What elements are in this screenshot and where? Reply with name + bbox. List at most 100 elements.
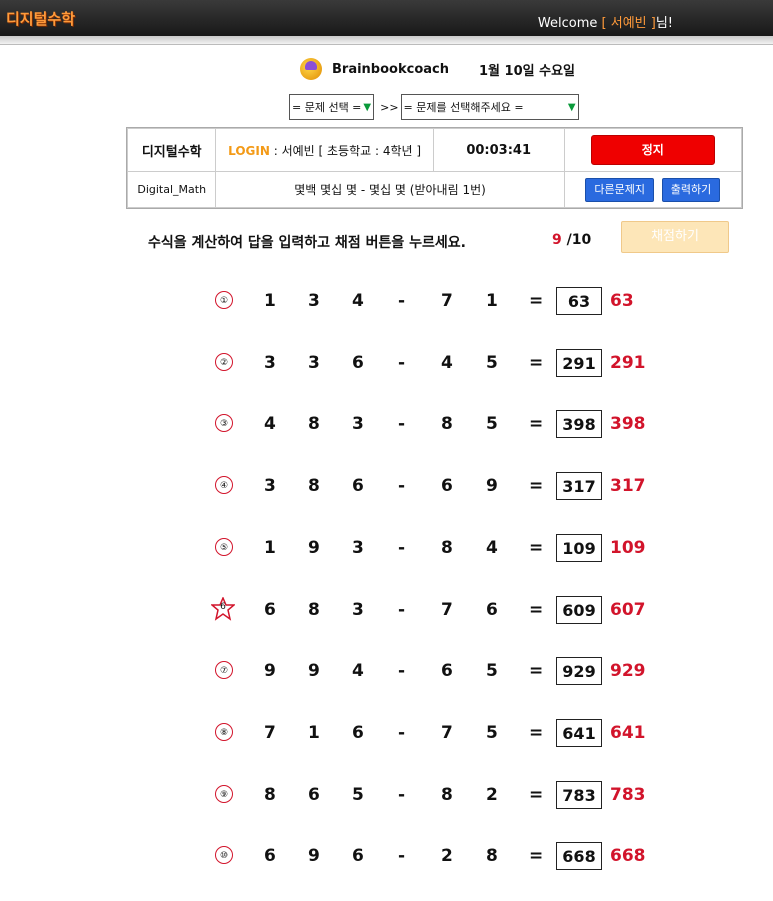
equals-sign: = — [529, 476, 544, 496]
problem-number: ⑨ — [215, 785, 233, 803]
minuend-digit: 3 — [308, 291, 320, 311]
subtrahend-digit: 6 — [441, 661, 453, 681]
correct-answer: 783 — [610, 785, 646, 805]
subtrahend-digit: 5 — [486, 414, 498, 434]
subtrahend-digit: 9 — [486, 476, 498, 496]
print-button[interactable]: 출력하기 — [661, 177, 721, 202]
problem-row: ⑩ 6 9 6 - 2 8 = 668 668 — [0, 842, 773, 872]
subtrahend-digit: 6 — [441, 476, 453, 496]
minuend-digit: 3 — [264, 476, 276, 496]
stop-button[interactable]: 정지 — [590, 135, 715, 166]
login-label: LOGIN — [228, 143, 270, 158]
problem-category-select[interactable]: = 문제 선택 = ▼ — [289, 94, 375, 120]
selector-separator: >> — [380, 100, 399, 114]
answer-input[interactable]: 63 — [556, 287, 602, 315]
app-logo[interactable]: 디지털수학 — [6, 8, 75, 29]
welcome-suffix: 님! — [655, 16, 673, 31]
problem-number: ① — [215, 291, 233, 309]
answer-input[interactable]: 317 — [556, 472, 602, 500]
equals-sign: = — [529, 414, 544, 434]
minuend-digit: 9 — [264, 661, 276, 681]
answer-input[interactable]: 783 — [556, 781, 602, 809]
minuend-digit: 6 — [352, 723, 364, 743]
instruction-text: 수식을 계산하여 답을 입력하고 채점 버튼을 누르세요. — [148, 235, 466, 251]
equals-sign: = — [529, 846, 544, 866]
top-bar: 디지털수학 Welcome [ 서예빈 ]님! — [0, 0, 773, 40]
subtrahend-digit: 5 — [486, 723, 498, 743]
current-date: 1월 10일 수요일 — [479, 63, 575, 79]
problem-detail-value: = 문제를 선택해주세요 = — [403, 101, 524, 114]
correct-answer: 929 — [610, 661, 646, 681]
minuend-digit: 5 — [352, 785, 364, 805]
correct-answer: 668 — [610, 846, 646, 866]
problem-number: ⑩ — [215, 846, 233, 864]
answer-input[interactable]: 109 — [556, 534, 602, 562]
subtrahend-digit: 2 — [486, 785, 498, 805]
minuend-digit: 9 — [308, 661, 320, 681]
minuend-digit: 3 — [308, 353, 320, 373]
answer-input[interactable]: 641 — [556, 719, 602, 747]
subtrahend-digit: 7 — [441, 723, 453, 743]
minuend-digit: 9 — [308, 846, 320, 866]
score: 9 /10 — [552, 232, 591, 248]
problem-number: ⑤ — [215, 538, 233, 556]
subtrahend-digit: 4 — [486, 538, 498, 558]
welcome-user-name: [ 서예빈 ] — [601, 16, 656, 31]
answer-input[interactable]: 398 — [556, 410, 602, 438]
minus-sign: - — [398, 846, 406, 866]
subtrahend-digit: 8 — [441, 538, 453, 558]
problem-row: ⑦ 9 9 4 - 6 5 = 929 929 — [0, 657, 773, 687]
minuend-digit: 6 — [264, 846, 276, 866]
equals-sign: = — [529, 353, 544, 373]
grade-button[interactable]: 채점하기 — [621, 221, 729, 253]
subtrahend-digit: 8 — [486, 846, 498, 866]
minuend-digit: 3 — [352, 600, 364, 620]
subtrahend-digit: 5 — [486, 661, 498, 681]
answer-input[interactable]: 668 — [556, 842, 602, 870]
minuend-digit: 6 — [264, 600, 276, 620]
brain-bulb-icon — [300, 58, 322, 80]
minuend-digit: 4 — [352, 291, 364, 311]
minuend-digit: 1 — [264, 291, 276, 311]
answer-input[interactable]: 609 — [556, 596, 602, 624]
equals-sign: = — [529, 538, 544, 558]
answer-input[interactable]: 291 — [556, 349, 602, 377]
problem-category-value: = 문제 선택 = — [292, 101, 362, 114]
subtrahend-digit: 4 — [441, 353, 453, 373]
panel-subtitle: Digital_Math — [126, 171, 217, 208]
stop-cell: 정지 — [563, 127, 743, 173]
subtrahend-digit: 6 — [486, 600, 498, 620]
problem-number: ② — [215, 353, 233, 371]
minus-sign: - — [398, 476, 406, 496]
other-sheet-button[interactable]: 다른문제지 — [585, 177, 654, 202]
problem-detail-select[interactable]: = 문제를 선택해주세요 = ▼ — [400, 94, 579, 120]
minuend-digit: 8 — [308, 476, 320, 496]
subtrahend-digit: 7 — [441, 291, 453, 311]
answer-input[interactable]: 929 — [556, 657, 602, 685]
correct-answer: 317 — [610, 476, 646, 496]
dropdown-arrow-icon: ▼ — [363, 101, 372, 113]
minus-sign: - — [398, 600, 406, 620]
minuend-digit: 8 — [308, 600, 320, 620]
minuend-digit: 7 — [264, 723, 276, 743]
minuend-digit: 4 — [264, 414, 276, 434]
panel-title: 디지털수학 — [126, 127, 217, 173]
problem-number: 6 — [220, 602, 226, 612]
minuend-digit: 1 — [264, 538, 276, 558]
login-value: : 서예빈 [ 초등학교 : 4학년 ] — [273, 143, 422, 158]
problem-row: ⑤ 1 9 3 - 8 4 = 109 109 — [0, 534, 773, 564]
correct-answer: 291 — [610, 353, 646, 373]
correct-answer: 63 — [610, 291, 634, 311]
correct-answer: 607 — [610, 600, 646, 620]
minus-sign: - — [398, 353, 406, 373]
problem-selectors: = 문제 선택 = ▼ >> = 문제를 선택해주세요 = ▼ — [289, 94, 579, 120]
problem-row: ① 1 3 4 - 7 1 = 63 63 — [0, 287, 773, 317]
minuend-digit: 3 — [264, 353, 276, 373]
equals-sign: = — [529, 785, 544, 805]
equals-sign: = — [529, 600, 544, 620]
equals-sign: = — [529, 291, 544, 311]
minus-sign: - — [398, 661, 406, 681]
welcome-text: Welcome [ 서예빈 ]님! — [538, 12, 673, 31]
correct-answer: 398 — [610, 414, 646, 434]
minus-sign: - — [398, 414, 406, 434]
